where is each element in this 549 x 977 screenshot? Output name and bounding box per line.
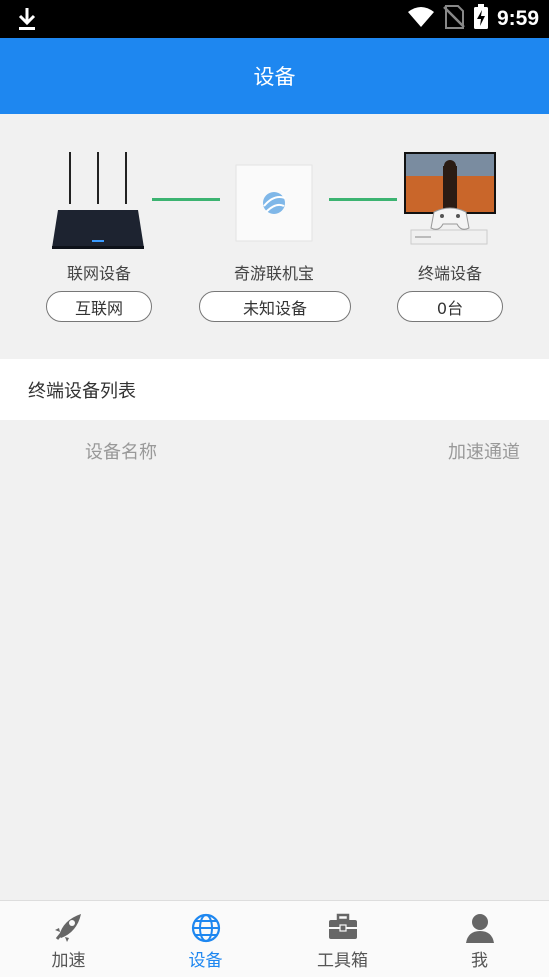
status-bar: 9:59 bbox=[0, 0, 549, 38]
box-device-node[interactable]: 奇游联机宝 未知设备 bbox=[199, 114, 351, 324]
router-icon bbox=[50, 150, 146, 254]
no-sim-icon bbox=[443, 5, 465, 33]
toolbox-icon bbox=[327, 912, 359, 946]
page-title: 设备 bbox=[0, 38, 549, 114]
network-device-node[interactable]: 联网设备 互联网 bbox=[24, 114, 174, 324]
column-header-device-name: 设备名称 bbox=[85, 442, 157, 463]
nav-label-devices: 设备 bbox=[188, 951, 223, 971]
nav-item-me[interactable]: 我 bbox=[411, 901, 548, 977]
box-device-value: 未知设备 bbox=[199, 291, 351, 322]
battery-charging-icon bbox=[473, 4, 489, 34]
nav-item-accelerate[interactable]: 加速 bbox=[0, 901, 137, 977]
network-device-label: 联网设备 bbox=[66, 264, 131, 283]
terminal-device-value: 0台 bbox=[397, 291, 503, 322]
column-header-accel-channel: 加速通道 bbox=[448, 442, 520, 463]
nav-label-accelerate: 加速 bbox=[51, 951, 86, 971]
nav-item-toolbox[interactable]: 工具箱 bbox=[274, 901, 411, 977]
nav-item-devices[interactable]: 设备 bbox=[137, 901, 274, 977]
device-list-title: 终端设备列表 bbox=[0, 359, 549, 420]
rocket-icon bbox=[53, 912, 85, 946]
bottom-nav: 加速 设备 工具箱 我 bbox=[0, 900, 549, 977]
nav-label-me: 我 bbox=[471, 951, 488, 971]
device-topology: 联网设备 互联网 奇游联机宝 未知设备 终端设备 0台 bbox=[0, 114, 549, 359]
terminal-device-node[interactable]: 终端设备 0台 bbox=[375, 114, 525, 324]
nav-label-toolbox: 工具箱 bbox=[317, 951, 368, 971]
network-device-value: 互联网 bbox=[46, 291, 152, 322]
console-monitor-icon bbox=[403, 152, 497, 252]
person-icon bbox=[464, 912, 496, 948]
terminal-device-label: 终端设备 bbox=[417, 264, 482, 283]
clock: 9:59 bbox=[496, 7, 539, 30]
box-device-label: 奇游联机宝 bbox=[233, 264, 314, 283]
download-icon bbox=[16, 6, 38, 36]
globe-icon bbox=[190, 912, 222, 948]
wifi-icon bbox=[407, 6, 435, 32]
box-icon bbox=[235, 164, 313, 246]
